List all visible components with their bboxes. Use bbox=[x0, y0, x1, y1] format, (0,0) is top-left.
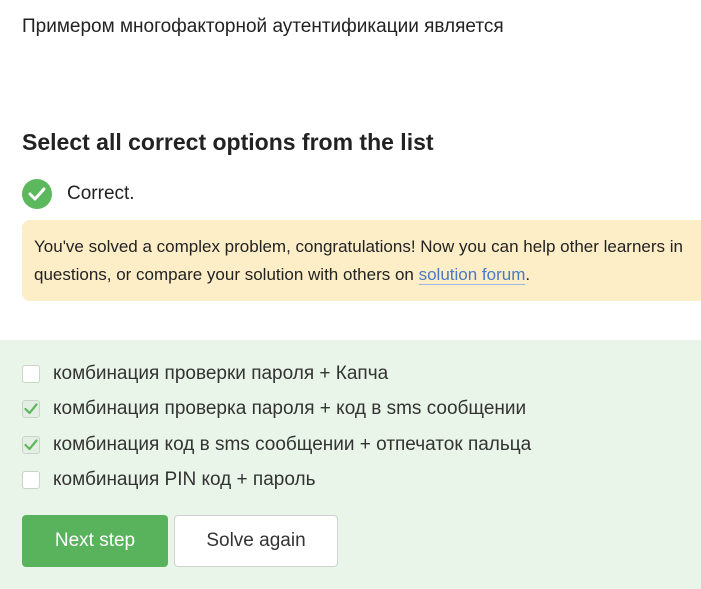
option-2-label[interactable]: комбинация проверка пароля + код в sms с… bbox=[53, 398, 526, 420]
question-text: Примером многофакторной аутентификации я… bbox=[22, 16, 504, 37]
option-1-label[interactable]: комбинация проверки пароля + Капча bbox=[53, 363, 388, 385]
option-2[interactable]: комбинация проверка пароля + код в sms с… bbox=[22, 397, 526, 421]
instruction-heading: Select all correct options from the list bbox=[22, 129, 434, 155]
notice-line-1: You've solved a complex problem, congrat… bbox=[34, 237, 683, 256]
option-3-label[interactable]: комбинация код в sms сообщении + отпечат… bbox=[53, 434, 531, 456]
option-1-checkbox[interactable] bbox=[22, 365, 40, 383]
status-row: Correct. bbox=[22, 179, 135, 209]
checkmark-icon bbox=[24, 439, 38, 451]
status-text: Correct. bbox=[67, 183, 135, 204]
option-4[interactable]: комбинация PIN код + пароль bbox=[22, 468, 315, 492]
solve-again-button[interactable]: Solve again bbox=[174, 515, 338, 567]
option-3-checkbox[interactable] bbox=[22, 436, 40, 454]
solution-forum-link[interactable]: solution forum bbox=[418, 265, 526, 285]
option-4-checkbox[interactable] bbox=[22, 471, 40, 489]
option-2-checkbox[interactable] bbox=[22, 400, 40, 418]
option-3[interactable]: комбинация код в sms сообщении + отпечат… bbox=[22, 433, 531, 457]
option-4-label[interactable]: комбинация PIN код + пароль bbox=[53, 469, 315, 491]
notice-line-2: questions, or compare your solution with… bbox=[34, 261, 701, 289]
option-1[interactable]: комбинация проверки пароля + Капча bbox=[22, 362, 388, 386]
success-notice: You've solved a complex problem, congrat… bbox=[22, 220, 701, 301]
notice-line-2-prefix: questions, or compare your solution with… bbox=[34, 265, 419, 284]
step-page: Примером многофакторной аутентификации я… bbox=[0, 0, 701, 589]
checkmark-icon bbox=[24, 403, 38, 415]
next-step-button[interactable]: Next step bbox=[22, 515, 168, 567]
notice-line-2-suffix: . bbox=[525, 265, 531, 284]
checkmark-circle-icon bbox=[22, 179, 52, 209]
